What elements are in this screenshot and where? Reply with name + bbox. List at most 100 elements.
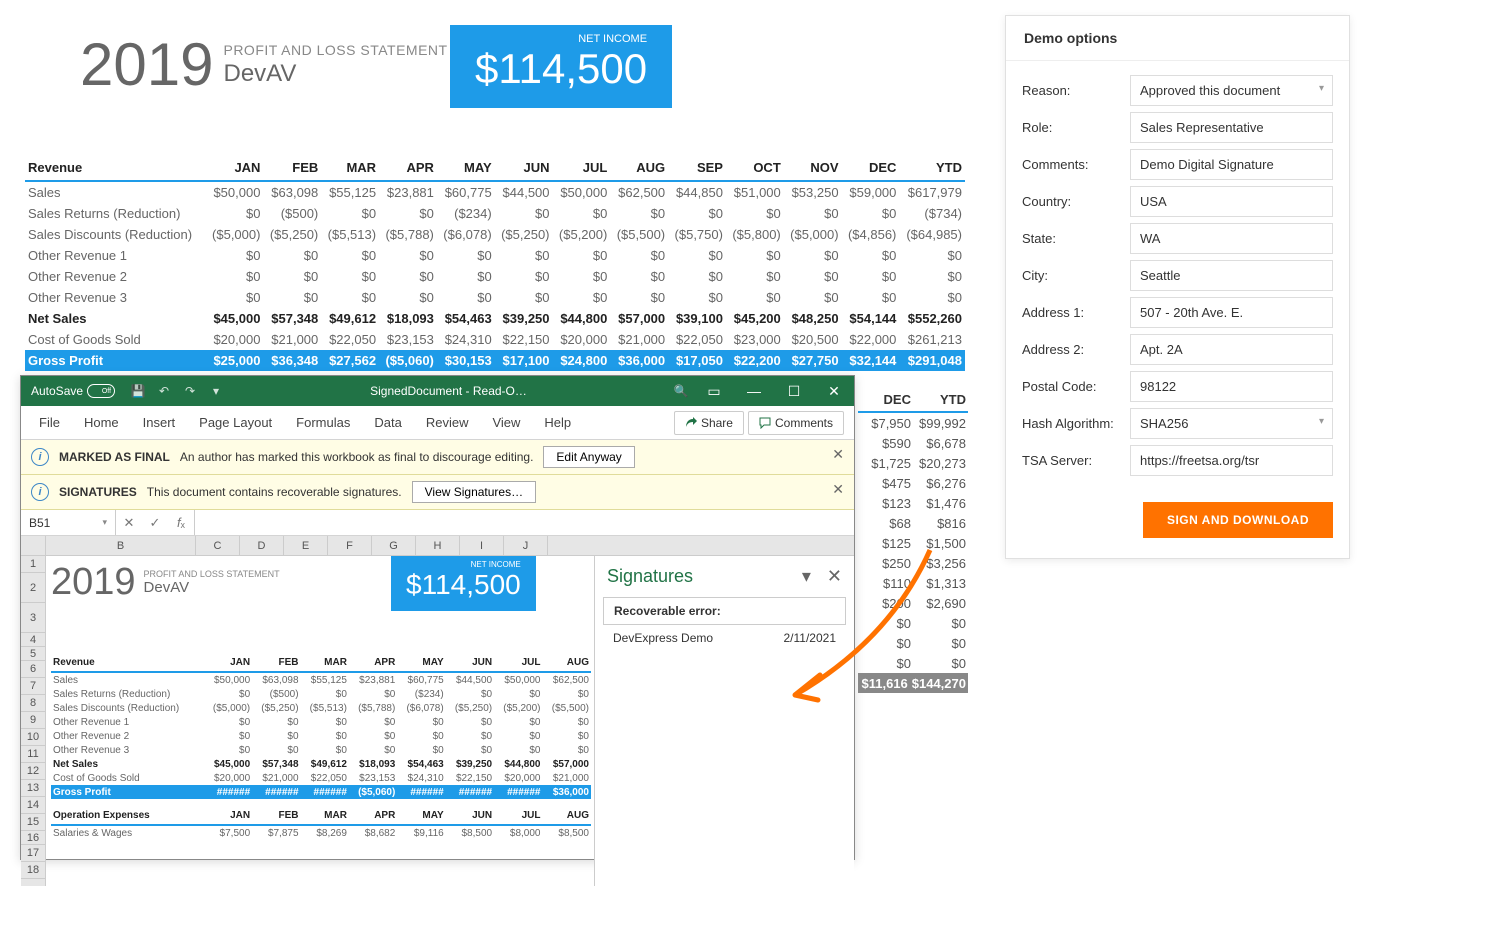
table-row: Gross Profit$25,000$36,348$27,562($5,060…: [25, 350, 965, 371]
cancel-icon[interactable]: ✕: [116, 510, 142, 535]
select-all-corner[interactable]: [21, 536, 46, 556]
row-header[interactable]: 16: [21, 831, 45, 845]
column-header[interactable]: F: [328, 536, 372, 555]
column-header[interactable]: G: [372, 536, 416, 555]
row-header[interactable]: 8: [21, 695, 45, 712]
row-header[interactable]: 14: [21, 797, 45, 814]
ribbon-tab[interactable]: Insert: [131, 406, 188, 440]
row-header[interactable]: 1: [21, 556, 45, 573]
search-icon[interactable]: 🔍: [673, 382, 689, 400]
sign-download-button[interactable]: SIGN AND DOWNLOAD: [1143, 502, 1333, 538]
field-input[interactable]: Apt. 2A: [1130, 334, 1333, 365]
column-header[interactable]: J: [504, 536, 548, 555]
column-header[interactable]: C: [196, 536, 240, 555]
ribbon-tab[interactable]: Help: [532, 406, 583, 440]
autosave-control[interactable]: AutoSave Off: [21, 384, 125, 398]
ribbon-tabs: FileHomeInsertPage LayoutFormulasDataRev…: [21, 406, 854, 440]
name-box[interactable]: B51▾: [21, 510, 116, 535]
company-name: DevAV: [223, 60, 447, 88]
field-input[interactable]: Seattle: [1130, 260, 1333, 291]
field-input[interactable]: Demo Digital Signature: [1130, 149, 1333, 180]
marked-as-final-bar: i MARKED AS FINAL An author has marked t…: [21, 440, 854, 475]
formula-bar: B51▾ ✕ ✓ fₓ: [21, 510, 854, 536]
row-header[interactable]: 10: [21, 729, 45, 746]
field-input[interactable]: USA: [1130, 186, 1333, 217]
field-input[interactable]: 98122: [1130, 371, 1333, 402]
row-header[interactable]: 15: [21, 814, 45, 831]
window-title: SignedDocument - Read-O…: [229, 384, 668, 398]
ribbon-tab[interactable]: View: [480, 406, 532, 440]
sheet-year: 2019: [51, 561, 136, 604]
ribbon-tab[interactable]: Page Layout: [187, 406, 284, 440]
field-input[interactable]: SHA256: [1130, 408, 1333, 439]
sheet-content[interactable]: 2019 PROFIT AND LOSS STATEMENT DevAV NET…: [46, 556, 594, 886]
marked-final-msg: An author has marked this workbook as fi…: [180, 450, 534, 464]
ribbon-tab[interactable]: File: [27, 406, 72, 440]
ribbon-tab[interactable]: Formulas: [284, 406, 362, 440]
field-input[interactable]: WA: [1130, 223, 1333, 254]
enter-icon[interactable]: ✓: [142, 510, 168, 535]
qat-dropdown-icon[interactable]: ▾: [208, 382, 224, 400]
row-header[interactable]: 11: [21, 746, 45, 763]
table-row: Other Revenue 3$0$0$0$0$0$0$0$0$0$0$0$0$…: [25, 287, 965, 308]
share-button[interactable]: Share: [674, 411, 744, 435]
column-header[interactable]: B: [46, 536, 196, 555]
column-header[interactable]: D: [240, 536, 284, 555]
comments-button[interactable]: Comments: [748, 411, 844, 435]
row-header[interactable]: 4: [21, 633, 45, 647]
autosave-toggle[interactable]: Off: [87, 384, 115, 398]
row-header[interactable]: 18: [21, 862, 45, 879]
column-header[interactable]: E: [284, 536, 328, 555]
edit-anyway-button[interactable]: Edit Anyway: [543, 446, 634, 468]
marked-final-title: MARKED AS FINAL: [59, 450, 170, 464]
net-income-box: NET INCOME $114,500: [450, 25, 672, 108]
title-block: PROFIT AND LOSS STATEMENT DevAV: [223, 42, 447, 88]
row-header[interactable]: 6: [21, 661, 45, 678]
demo-field-row: TSA Server:https://freetsa.org/tsr: [1022, 445, 1333, 476]
demo-field-row: State:WA: [1022, 223, 1333, 254]
field-input[interactable]: 507 - 20th Ave. E.: [1130, 297, 1333, 328]
field-label: Role:: [1022, 120, 1130, 135]
column-header[interactable]: H: [416, 536, 460, 555]
excel-window: AutoSave Off 💾 ↶ ↷ ▾ SignedDocument - Re…: [20, 375, 855, 860]
ribbon-tab[interactable]: Home: [72, 406, 131, 440]
row-header[interactable]: 17: [21, 845, 45, 862]
row-header[interactable]: 7: [21, 678, 45, 695]
maximize-icon[interactable]: ☐: [774, 376, 814, 406]
field-input[interactable]: Sales Representative: [1130, 112, 1333, 143]
signatures-bar: i SIGNATURES This document contains reco…: [21, 475, 854, 510]
ribbon-tab[interactable]: Data: [362, 406, 413, 440]
table-row: Sales Discounts (Reduction)($5,000)($5,2…: [25, 224, 965, 245]
net-income-label: NET INCOME: [475, 33, 647, 45]
row-header[interactable]: 9: [21, 712, 45, 729]
view-signatures-button[interactable]: View Signatures…: [412, 481, 537, 503]
pane-options-icon[interactable]: ▾: [802, 566, 811, 587]
pane-close-icon[interactable]: ✕: [827, 566, 842, 587]
sheet-subtitle: PROFIT AND LOSS STATEMENT: [144, 569, 280, 579]
row-header[interactable]: 3: [21, 603, 45, 633]
close-icon[interactable]: ✕: [814, 376, 854, 406]
signatures-msg: This document contains recoverable signa…: [147, 485, 402, 499]
field-input[interactable]: Approved this document: [1130, 75, 1333, 106]
ribbon-tab[interactable]: Review: [414, 406, 481, 440]
column-header[interactable]: I: [460, 536, 504, 555]
field-input[interactable]: https://freetsa.org/tsr: [1130, 445, 1333, 476]
table-row: Other Revenue 1$0$0$0$0$0$0$0$0$0$0$0$0$…: [25, 245, 965, 266]
undo-icon[interactable]: ↶: [156, 382, 172, 400]
field-label: Country:: [1022, 194, 1130, 209]
row-header[interactable]: 2: [21, 573, 45, 603]
sheet-net-income-box: NET INCOME $114,500: [391, 556, 536, 611]
save-icon[interactable]: 💾: [130, 382, 146, 400]
ribbon-display-icon[interactable]: ▭: [694, 376, 734, 406]
row-header[interactable]: 12: [21, 763, 45, 780]
row-header[interactable]: 5: [21, 647, 45, 661]
field-label: State:: [1022, 231, 1130, 246]
minimize-icon[interactable]: —: [734, 376, 774, 406]
window-controls: ▭ — ☐ ✕: [694, 376, 854, 406]
close-bar-icon[interactable]: ✕: [832, 446, 844, 463]
close-bar-icon[interactable]: ✕: [832, 481, 844, 498]
signature-entry[interactable]: DevExpress Demo 2/11/2021: [595, 625, 854, 651]
row-header[interactable]: 13: [21, 780, 45, 797]
fx-icon[interactable]: fₓ: [168, 510, 194, 535]
redo-icon[interactable]: ↷: [182, 382, 198, 400]
